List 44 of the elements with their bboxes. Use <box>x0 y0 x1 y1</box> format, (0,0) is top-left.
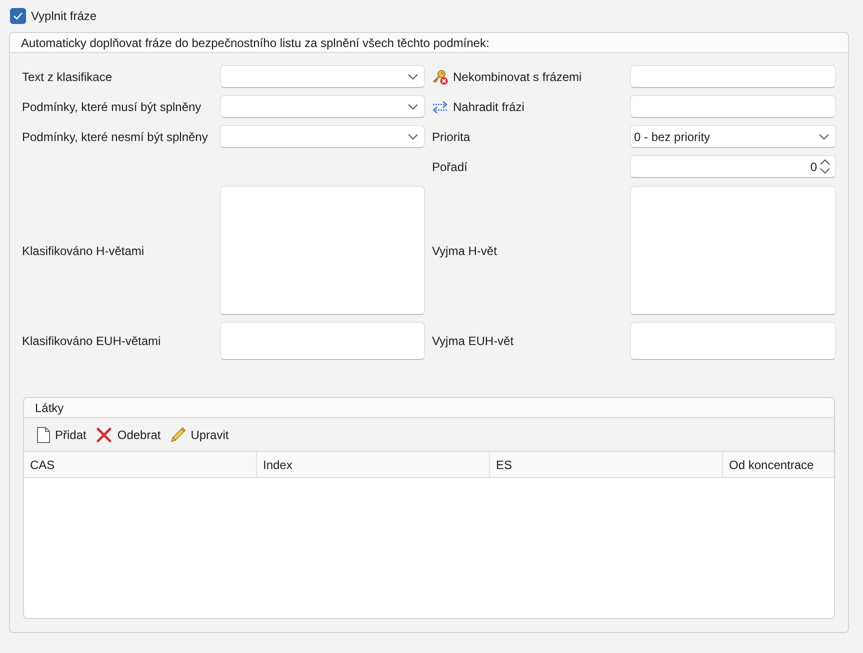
field-label: Klasifikováno H-větami <box>22 242 144 260</box>
list-box[interactable] <box>630 186 836 315</box>
chevron-down-icon <box>408 104 418 110</box>
field-label: Vyjma EUH-vět <box>432 333 514 350</box>
field-label: Pořadí <box>432 159 468 176</box>
chevron-down-icon <box>408 74 418 80</box>
field-label: Text z klasifikace <box>22 68 112 86</box>
list-box[interactable] <box>220 322 425 360</box>
checkbox-label: Vyplnit fráze <box>31 8 97 25</box>
pencil-icon <box>170 427 186 442</box>
column-header[interactable]: CAS <box>24 452 257 477</box>
chevron-down-icon <box>408 134 418 140</box>
checkmark-icon <box>13 12 23 20</box>
field-label: Podmínky, které nesmí být splněny <box>22 128 208 146</box>
field-label: Vyjma H-vět <box>432 242 497 260</box>
dropdown[interactable] <box>220 125 425 148</box>
checkbox[interactable] <box>10 8 26 24</box>
key-blocked-icon <box>432 68 448 84</box>
delete-x-icon <box>96 426 112 442</box>
swap-arrows-icon <box>432 100 448 114</box>
dropdown[interactable]: 0 - bez priority <box>630 125 836 148</box>
field-label: Nekombinovat s frázemi <box>453 68 582 86</box>
column-header[interactable]: ES <box>490 452 723 477</box>
spinner-arrows-icon <box>820 159 830 174</box>
column-header[interactable]: Index <box>257 452 490 477</box>
toolbar-button[interactable]: Přidat <box>34 422 90 446</box>
document-icon <box>37 426 50 442</box>
panel-header: Automaticky doplňovat fráze do bezpečnostního listu za splnění všech těchto podmínek: <box>10 33 848 53</box>
chevron-down-icon <box>819 134 829 140</box>
toolbar-button[interactable]: Odebrat <box>93 422 164 446</box>
list-box[interactable] <box>630 322 836 360</box>
dropdown[interactable] <box>220 95 425 118</box>
number-spinner[interactable]: 0 <box>630 155 836 178</box>
text-field[interactable] <box>630 95 836 118</box>
field-label: Podmínky, které musí být splněny <box>22 98 202 116</box>
dropdown[interactable] <box>220 65 425 88</box>
toolbar-button[interactable]: Upravit <box>168 422 232 446</box>
column-header[interactable]: Od koncentrace <box>723 452 834 477</box>
panel-header: Látky <box>24 398 834 418</box>
field-label: Nahradit frázi <box>453 98 524 116</box>
field-label: Priorita <box>432 128 470 146</box>
field-label: Klasifikováno EUH-větami <box>22 333 161 350</box>
text-field[interactable] <box>630 65 836 88</box>
list-box[interactable] <box>220 186 425 315</box>
